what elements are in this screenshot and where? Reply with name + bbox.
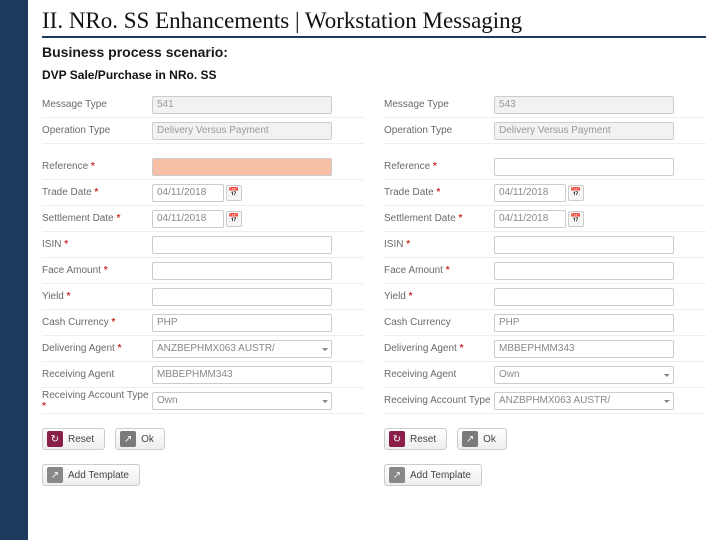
page-title: II. NRo. SS Enhancements | Workstation M… [42,8,706,38]
settlement-date-input[interactable] [494,210,566,228]
face-amount-input[interactable] [152,262,332,280]
operation-type-input [494,122,674,140]
receiving-agent-select[interactable] [494,366,674,384]
ok-button[interactable]: ↗ Ok [115,428,165,450]
calendar-icon[interactable]: 📅 [226,185,242,201]
ok-button[interactable]: ↗ Ok [457,428,507,450]
lbl-delivering-agent: Delivering Agent [42,343,152,354]
lbl-settlement-date: Settlement Date [42,213,152,224]
receiving-account-type-select[interactable] [494,392,674,410]
lbl-trade-date: Trade Date [42,187,152,198]
message-type-input [494,96,674,114]
receiving-agent-input[interactable] [152,366,332,384]
add-template-button[interactable]: ↗ Add Template [42,464,140,486]
ok-label: Ok [141,434,154,445]
template-icon: ↗ [389,467,405,483]
lbl-isin: ISIN [42,239,152,250]
delivering-agent-input[interactable] [494,340,674,358]
lbl-delivering-agent: Delivering Agent [384,343,494,354]
lbl-yield: Yield [42,291,152,302]
calendar-icon[interactable]: 📅 [568,211,584,227]
template-icon: ↗ [47,467,63,483]
reset-label: Reset [68,434,94,445]
page-subtitle: Business process scenario: [42,44,706,60]
reset-icon: ↻ [47,431,63,447]
cash-currency-input[interactable] [152,314,332,332]
trade-date-input[interactable] [152,184,224,202]
reset-icon: ↻ [389,431,405,447]
lbl-isin: ISIN [384,239,494,250]
isin-input[interactable] [494,236,674,254]
add-template-label: Add Template [68,470,129,481]
lbl-receiving-account-type: Receiving Account Type [42,390,152,412]
side-accent-bar [0,0,28,540]
lbl-message-type: Message Type [42,99,152,110]
lbl-face-amount: Face Amount [384,265,494,276]
ok-label: Ok [483,434,496,445]
calendar-icon[interactable]: 📅 [568,185,584,201]
cash-currency-input[interactable] [494,314,674,332]
reference-input[interactable] [494,158,674,176]
lbl-message-type: Message Type [384,99,494,110]
lbl-cash-currency: Cash Currency [384,317,494,328]
lbl-settlement-date: Settlement Date [384,213,494,224]
lbl-receiving-agent: Receiving Agent [42,369,152,380]
scenario-label: DVP Sale/Purchase in NRo. SS [42,68,706,82]
trade-date-input[interactable] [494,184,566,202]
form-right: Message Type Operation Type Reference Tr… [384,92,706,494]
lbl-reference: Reference [384,161,494,172]
isin-input[interactable] [152,236,332,254]
receiving-account-type-select[interactable] [152,392,332,410]
yield-input[interactable] [152,288,332,306]
lbl-reference: Reference [42,161,152,172]
yield-input[interactable] [494,288,674,306]
lbl-receiving-agent: Receiving Agent [384,369,494,380]
add-template-label: Add Template [410,470,471,481]
ok-icon: ↗ [120,431,136,447]
form-left: Message Type Operation Type Reference Tr… [42,92,364,494]
reset-button[interactable]: ↻ Reset [42,428,105,450]
lbl-receiving-account-type: Receiving Account Type [384,395,494,406]
lbl-face-amount: Face Amount [42,265,152,276]
calendar-icon[interactable]: 📅 [226,211,242,227]
lbl-operation-type: Operation Type [42,125,152,136]
reset-label: Reset [410,434,436,445]
delivering-agent-select[interactable] [152,340,332,358]
ok-icon: ↗ [462,431,478,447]
reset-button[interactable]: ↻ Reset [384,428,447,450]
lbl-trade-date: Trade Date [384,187,494,198]
settlement-date-input[interactable] [152,210,224,228]
operation-type-input [152,122,332,140]
lbl-operation-type: Operation Type [384,125,494,136]
face-amount-input[interactable] [494,262,674,280]
reference-input[interactable] [152,158,332,176]
message-type-input [152,96,332,114]
add-template-button[interactable]: ↗ Add Template [384,464,482,486]
lbl-cash-currency: Cash Currency [42,317,152,328]
lbl-yield: Yield [384,291,494,302]
